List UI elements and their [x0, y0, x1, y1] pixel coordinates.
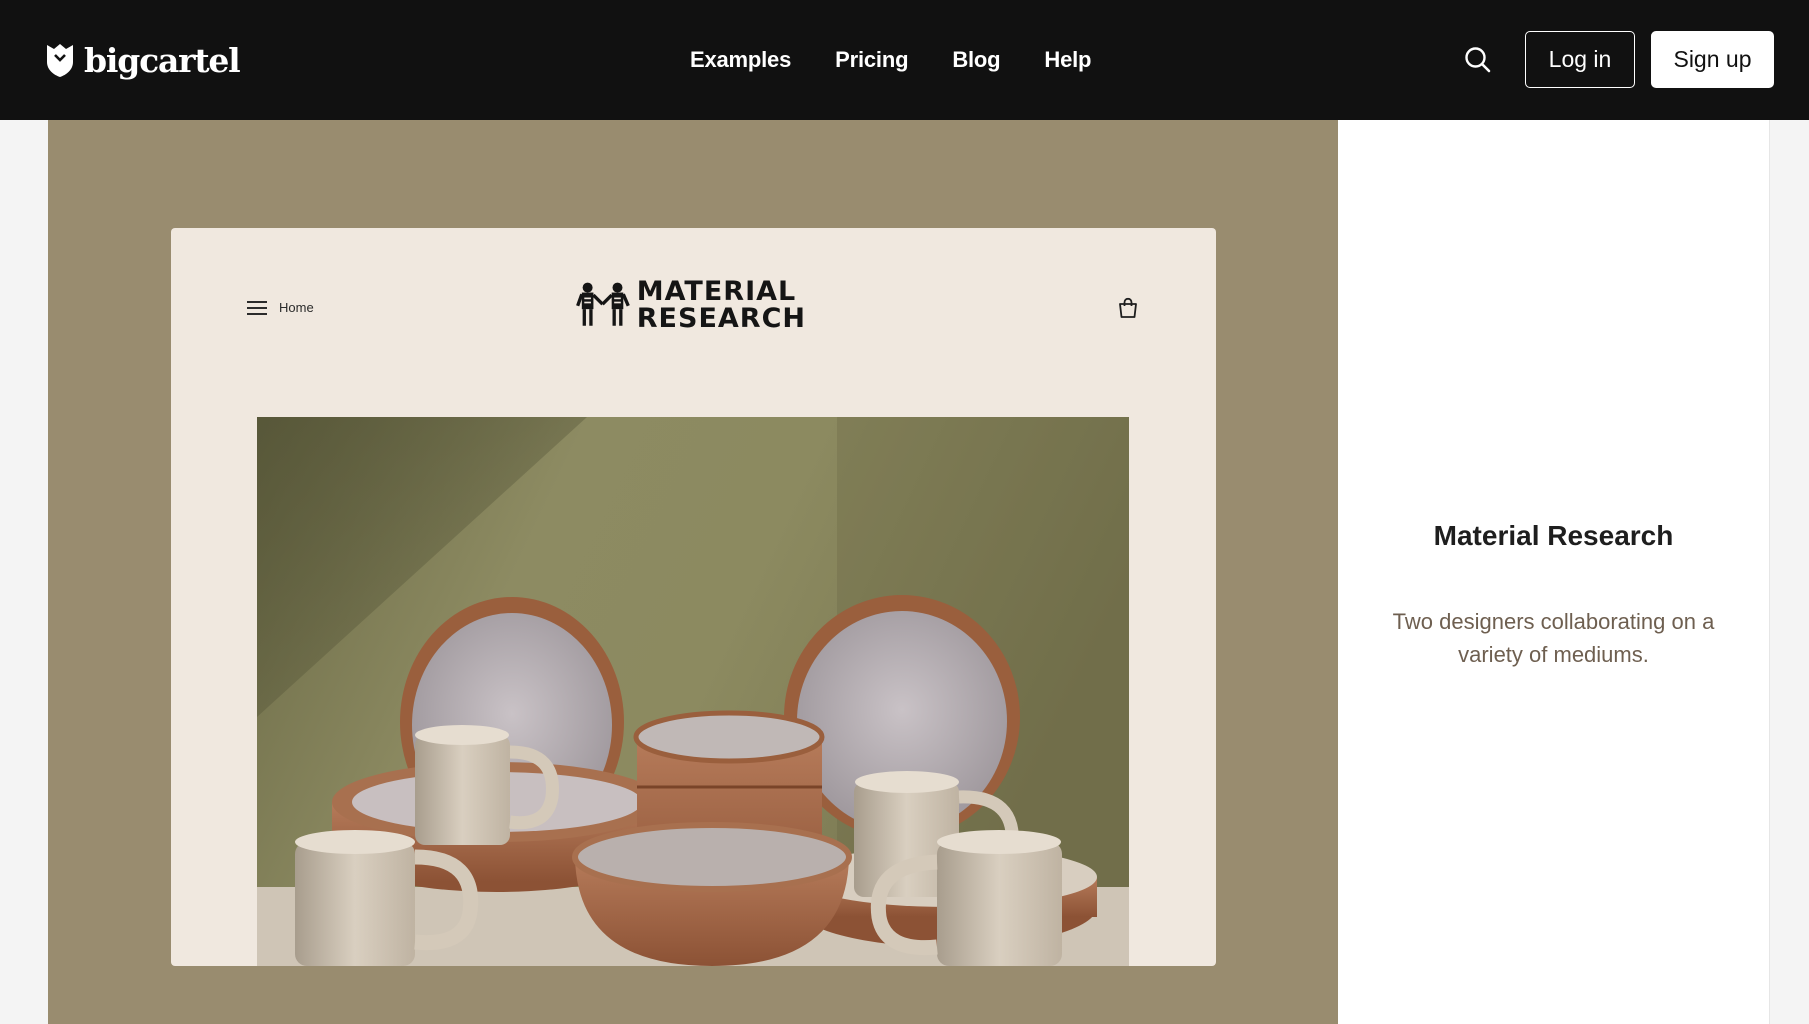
search-icon[interactable] — [1462, 44, 1494, 76]
brand-logo-link[interactable]: bigcartel — [46, 38, 241, 82]
two-figures-logo-icon — [576, 282, 630, 326]
brand-name: bigcartel — [84, 40, 241, 80]
shopping-bag-icon[interactable] — [1117, 297, 1139, 319]
page-scrollbar[interactable] — [1769, 120, 1809, 1024]
store-showcase: Home MATERIAL RESEARCH — [48, 120, 1338, 1024]
material-research-logo: MATERIAL RESEARCH — [576, 276, 806, 334]
ceramic-dishware-photo — [257, 417, 1129, 966]
logo-wordmark: MATERIAL RESEARCH — [637, 278, 806, 332]
store-description: Two designers collaborating on a variety… — [1392, 609, 1715, 667]
preview-menu[interactable]: Home — [247, 300, 314, 315]
bigcartel-shield-icon — [47, 44, 73, 77]
nav-link-examples[interactable]: Examples — [690, 47, 791, 73]
store-title: Material Research — [1433, 520, 1674, 551]
nav-link-pricing[interactable]: Pricing — [835, 47, 908, 73]
store-preview-card[interactable]: Home MATERIAL RESEARCH — [171, 228, 1216, 966]
nav-link-help[interactable]: Help — [1044, 47, 1091, 73]
main-nav: Examples Pricing Blog Help — [690, 40, 1135, 80]
top-nav-bar: bigcartel Examples Pricing Blog Help Log… — [0, 0, 1809, 120]
preview-home-link[interactable]: Home — [279, 300, 314, 315]
logo-line-1: MATERIAL — [636, 276, 797, 307]
login-button[interactable]: Log in — [1525, 31, 1635, 88]
nav-link-blog[interactable]: Blog — [952, 47, 1000, 73]
logo-line-2: RESEARCH — [636, 303, 806, 334]
hamburger-icon — [247, 300, 267, 315]
signup-button[interactable]: Sign up — [1651, 31, 1774, 88]
store-info-panel: Material Research Two designers collabor… — [1338, 120, 1769, 1024]
